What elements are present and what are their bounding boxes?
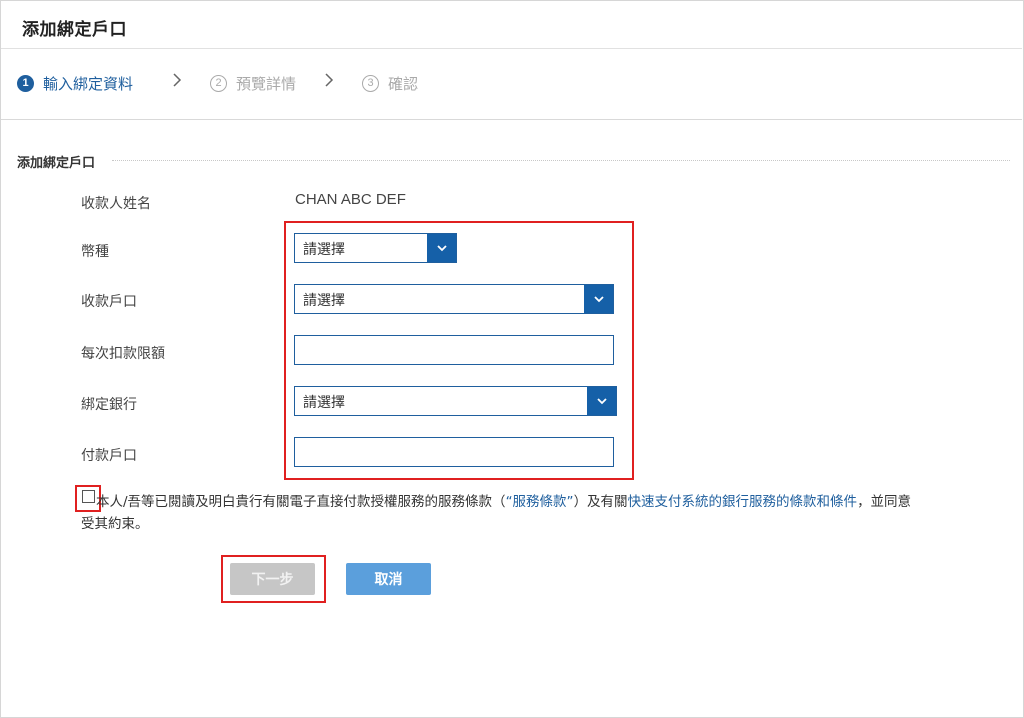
cancel-button[interactable]: 取消: [346, 563, 431, 595]
step-indicator: 1 輸入綁定資料 2 預覽詳情 3 確認: [1, 49, 1022, 120]
chevron-right-icon: [172, 72, 182, 91]
step-2-number: 2: [210, 74, 227, 92]
bank-label: 綁定銀行: [81, 397, 137, 413]
next-button-highlight-box: [221, 555, 326, 603]
debit-limit-label: 每次扣款限額: [81, 346, 165, 362]
payee-name-label: 收款人姓名: [81, 196, 151, 212]
service-terms-link[interactable]: “服務條款”: [506, 494, 574, 510]
terms-text: 本人/吾等已閱讀及明白貴行有關電子直接付款授權服務的服務條款（“服務條款”）及有…: [96, 490, 1021, 514]
terms-part-2: ）及有關: [573, 494, 628, 510]
section-title: 添加綁定戶口: [17, 152, 102, 171]
step-3-number: 3: [362, 74, 379, 92]
fps-terms-link[interactable]: 快速支付系統的銀行服務的條款和條件: [628, 494, 858, 510]
paying-account-label: 付款戶口: [81, 448, 137, 464]
step-2: 2 預覽詳情: [210, 70, 296, 96]
title-bar: 添加綁定戶口: [1, 1, 1022, 49]
step-1-number: 1: [17, 74, 34, 92]
step-2-label: 預覽詳情: [236, 74, 297, 93]
receiving-account-label: 收款戶口: [81, 294, 137, 310]
terms-line-2: 受其約束。: [81, 516, 149, 532]
currency-label: 幣種: [81, 244, 109, 260]
form-highlight-box: [284, 221, 634, 480]
page-title: 添加綁定戶口: [22, 20, 127, 40]
section-header: 添加綁定戶口: [17, 152, 1010, 171]
step-1-label: 輸入綁定資料: [43, 74, 134, 93]
chevron-right-icon: [324, 72, 334, 91]
payee-name-value: CHAN ABC DEF: [295, 191, 406, 208]
section-divider: [112, 160, 1010, 161]
terms-part-1: 本人/吾等已閱讀及明白貴行有關電子直接付款授權服務的服務條款（: [96, 494, 506, 510]
step-1: 1 輸入綁定資料: [17, 70, 133, 96]
step-3-label: 確認: [388, 74, 419, 93]
step-3: 3 確認: [362, 70, 418, 96]
terms-part-3: ，並同意: [857, 494, 912, 510]
